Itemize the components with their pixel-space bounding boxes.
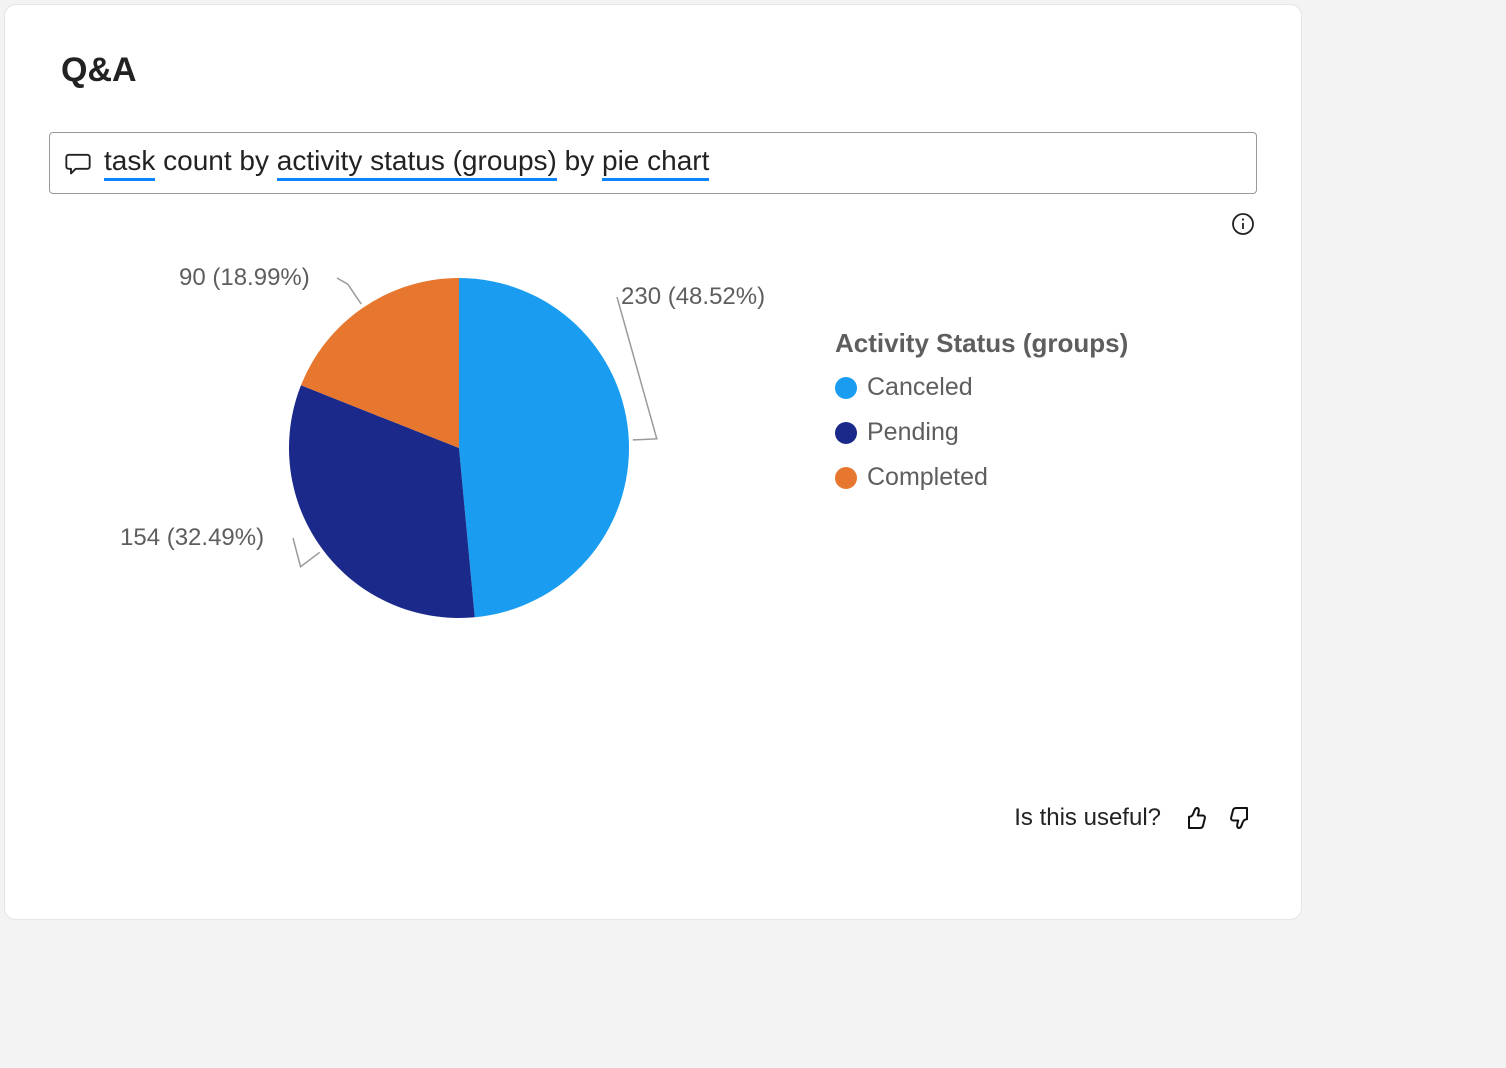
legend-label: Completed	[867, 463, 988, 492]
legend: Activity Status (groups) Canceled Pendin…	[835, 248, 1128, 668]
legend-title: Activity Status (groups)	[835, 328, 1128, 359]
legend-label: Canceled	[867, 373, 973, 402]
qa-card: Q&A task count by activity status (group…	[4, 4, 1302, 920]
legend-item-canceled[interactable]: Canceled	[835, 373, 1128, 402]
leader-line	[337, 278, 361, 304]
legend-item-completed[interactable]: Completed	[835, 463, 1128, 492]
legend-label: Pending	[867, 418, 959, 447]
pie-slice-canceled[interactable]	[459, 278, 629, 617]
data-label-pending: 154 (32.49%)	[120, 524, 264, 552]
pie-chart: 230 (48.52%) 154 (32.49%) 90 (18.99%)	[65, 248, 825, 668]
data-label-completed: 90 (18.99%)	[179, 264, 310, 292]
swatch-pending	[835, 422, 857, 444]
thumbs-down-icon[interactable]	[1227, 803, 1257, 833]
query-token: by	[557, 145, 602, 181]
swatch-completed	[835, 467, 857, 489]
chat-bubble-icon	[64, 149, 92, 177]
info-icon[interactable]	[1229, 210, 1257, 238]
chart-area: 230 (48.52%) 154 (32.49%) 90 (18.99%) Ac…	[5, 238, 1301, 668]
leader-line	[293, 538, 320, 567]
thumbs-up-icon[interactable]	[1179, 803, 1209, 833]
page-title: Q&A	[5, 5, 1301, 90]
query-text: task count by activity status (groups) b…	[104, 145, 709, 181]
query-token: count by	[155, 145, 276, 181]
feedback-prompt: Is this useful?	[1014, 804, 1161, 832]
swatch-canceled	[835, 377, 857, 399]
query-token: activity status (groups)	[277, 145, 557, 181]
query-token: pie chart	[602, 145, 709, 181]
query-input[interactable]: task count by activity status (groups) b…	[49, 132, 1257, 194]
query-token: task	[104, 145, 155, 181]
legend-item-pending[interactable]: Pending	[835, 418, 1128, 447]
data-label-canceled: 230 (48.52%)	[621, 283, 765, 311]
feedback-bar: Is this useful?	[1014, 803, 1257, 833]
